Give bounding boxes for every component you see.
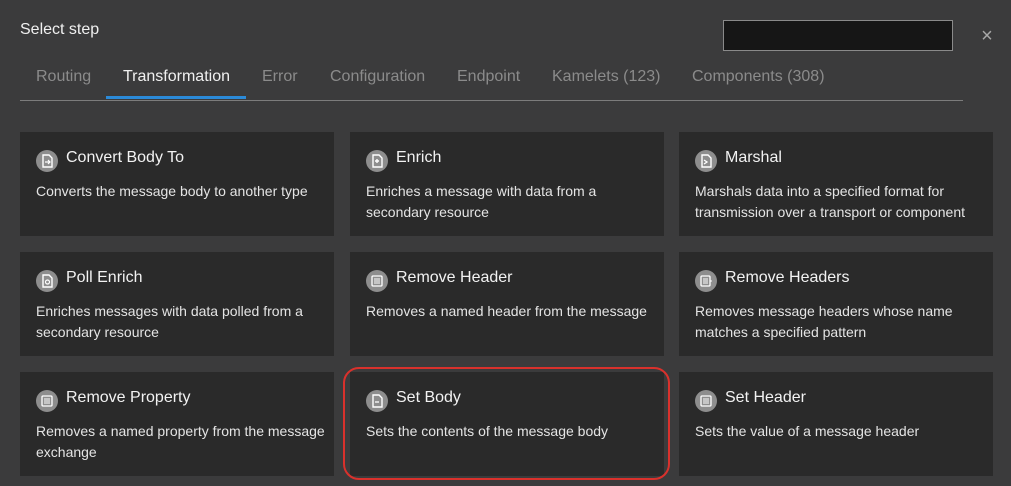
search-input[interactable] xyxy=(723,20,953,51)
close-icon[interactable]: × xyxy=(979,26,995,46)
card-enrich[interactable]: Enrich Enriches a message with data from… xyxy=(350,132,664,236)
card-title: Set Body xyxy=(396,389,461,406)
tab-bar: Routing Transformation Error Configurati… xyxy=(20,68,963,101)
convert-body-icon xyxy=(36,150,58,172)
card-title: Remove Headers xyxy=(725,269,850,286)
card-description: Removes a named property from the messag… xyxy=(36,423,325,460)
card-description: Sets the value of a message header xyxy=(695,423,920,439)
tab-components[interactable]: Components (308) xyxy=(692,68,825,99)
marshal-icon xyxy=(695,150,717,172)
card-remove-header[interactable]: Remove Header Removes a named header fro… xyxy=(350,252,664,356)
card-description: Enriches messages with data polled from … xyxy=(36,303,303,340)
card-title: Poll Enrich xyxy=(66,269,143,286)
remove-header-icon xyxy=(366,270,388,292)
card-convert-body-to[interactable]: Convert Body To Converts the message bod… xyxy=(20,132,334,236)
enrich-icon xyxy=(366,150,388,172)
card-description: Removes a named header from the message xyxy=(366,303,647,319)
card-remove-property[interactable]: Remove Property Removes a named property… xyxy=(20,372,334,476)
card-description: Converts the message body to another typ… xyxy=(36,183,308,199)
tab-error[interactable]: Error xyxy=(262,68,298,99)
tab-routing[interactable]: Routing xyxy=(36,68,91,99)
card-set-header[interactable]: Set Header Sets the value of a message h… xyxy=(679,372,993,476)
tab-transformation[interactable]: Transformation xyxy=(123,68,230,99)
card-description: Enriches a message with data from a seco… xyxy=(366,183,597,220)
card-marshal[interactable]: Marshal Marshals data into a specified f… xyxy=(679,132,993,236)
tab-configuration[interactable]: Configuration xyxy=(330,68,425,99)
card-description: Removes message headers whose name match… xyxy=(695,303,953,340)
tab-endpoint[interactable]: Endpoint xyxy=(457,68,520,99)
card-description: Sets the contents of the message body xyxy=(366,423,609,439)
set-header-icon xyxy=(695,390,717,412)
remove-headers-icon xyxy=(695,270,717,292)
card-title: Enrich xyxy=(396,149,442,166)
tab-kamelets[interactable]: Kamelets (123) xyxy=(552,68,661,99)
card-title: Convert Body To xyxy=(66,149,184,166)
card-title: Remove Header xyxy=(396,269,513,286)
card-poll-enrich[interactable]: Poll Enrich Enriches messages with data … xyxy=(20,252,334,356)
card-description: Marshals data into a specified format fo… xyxy=(695,183,966,220)
card-title: Set Header xyxy=(725,389,806,406)
card-title: Remove Property xyxy=(66,389,191,406)
set-body-icon xyxy=(366,390,388,412)
remove-property-icon xyxy=(36,390,58,412)
dialog-title: Select step xyxy=(20,21,100,38)
active-tab-indicator xyxy=(106,96,246,99)
card-title: Marshal xyxy=(725,149,782,166)
card-remove-headers[interactable]: Remove Headers Removes message headers w… xyxy=(679,252,993,356)
poll-enrich-icon xyxy=(36,270,58,292)
card-set-body[interactable]: Set Body Sets the contents of the messag… xyxy=(350,372,664,476)
